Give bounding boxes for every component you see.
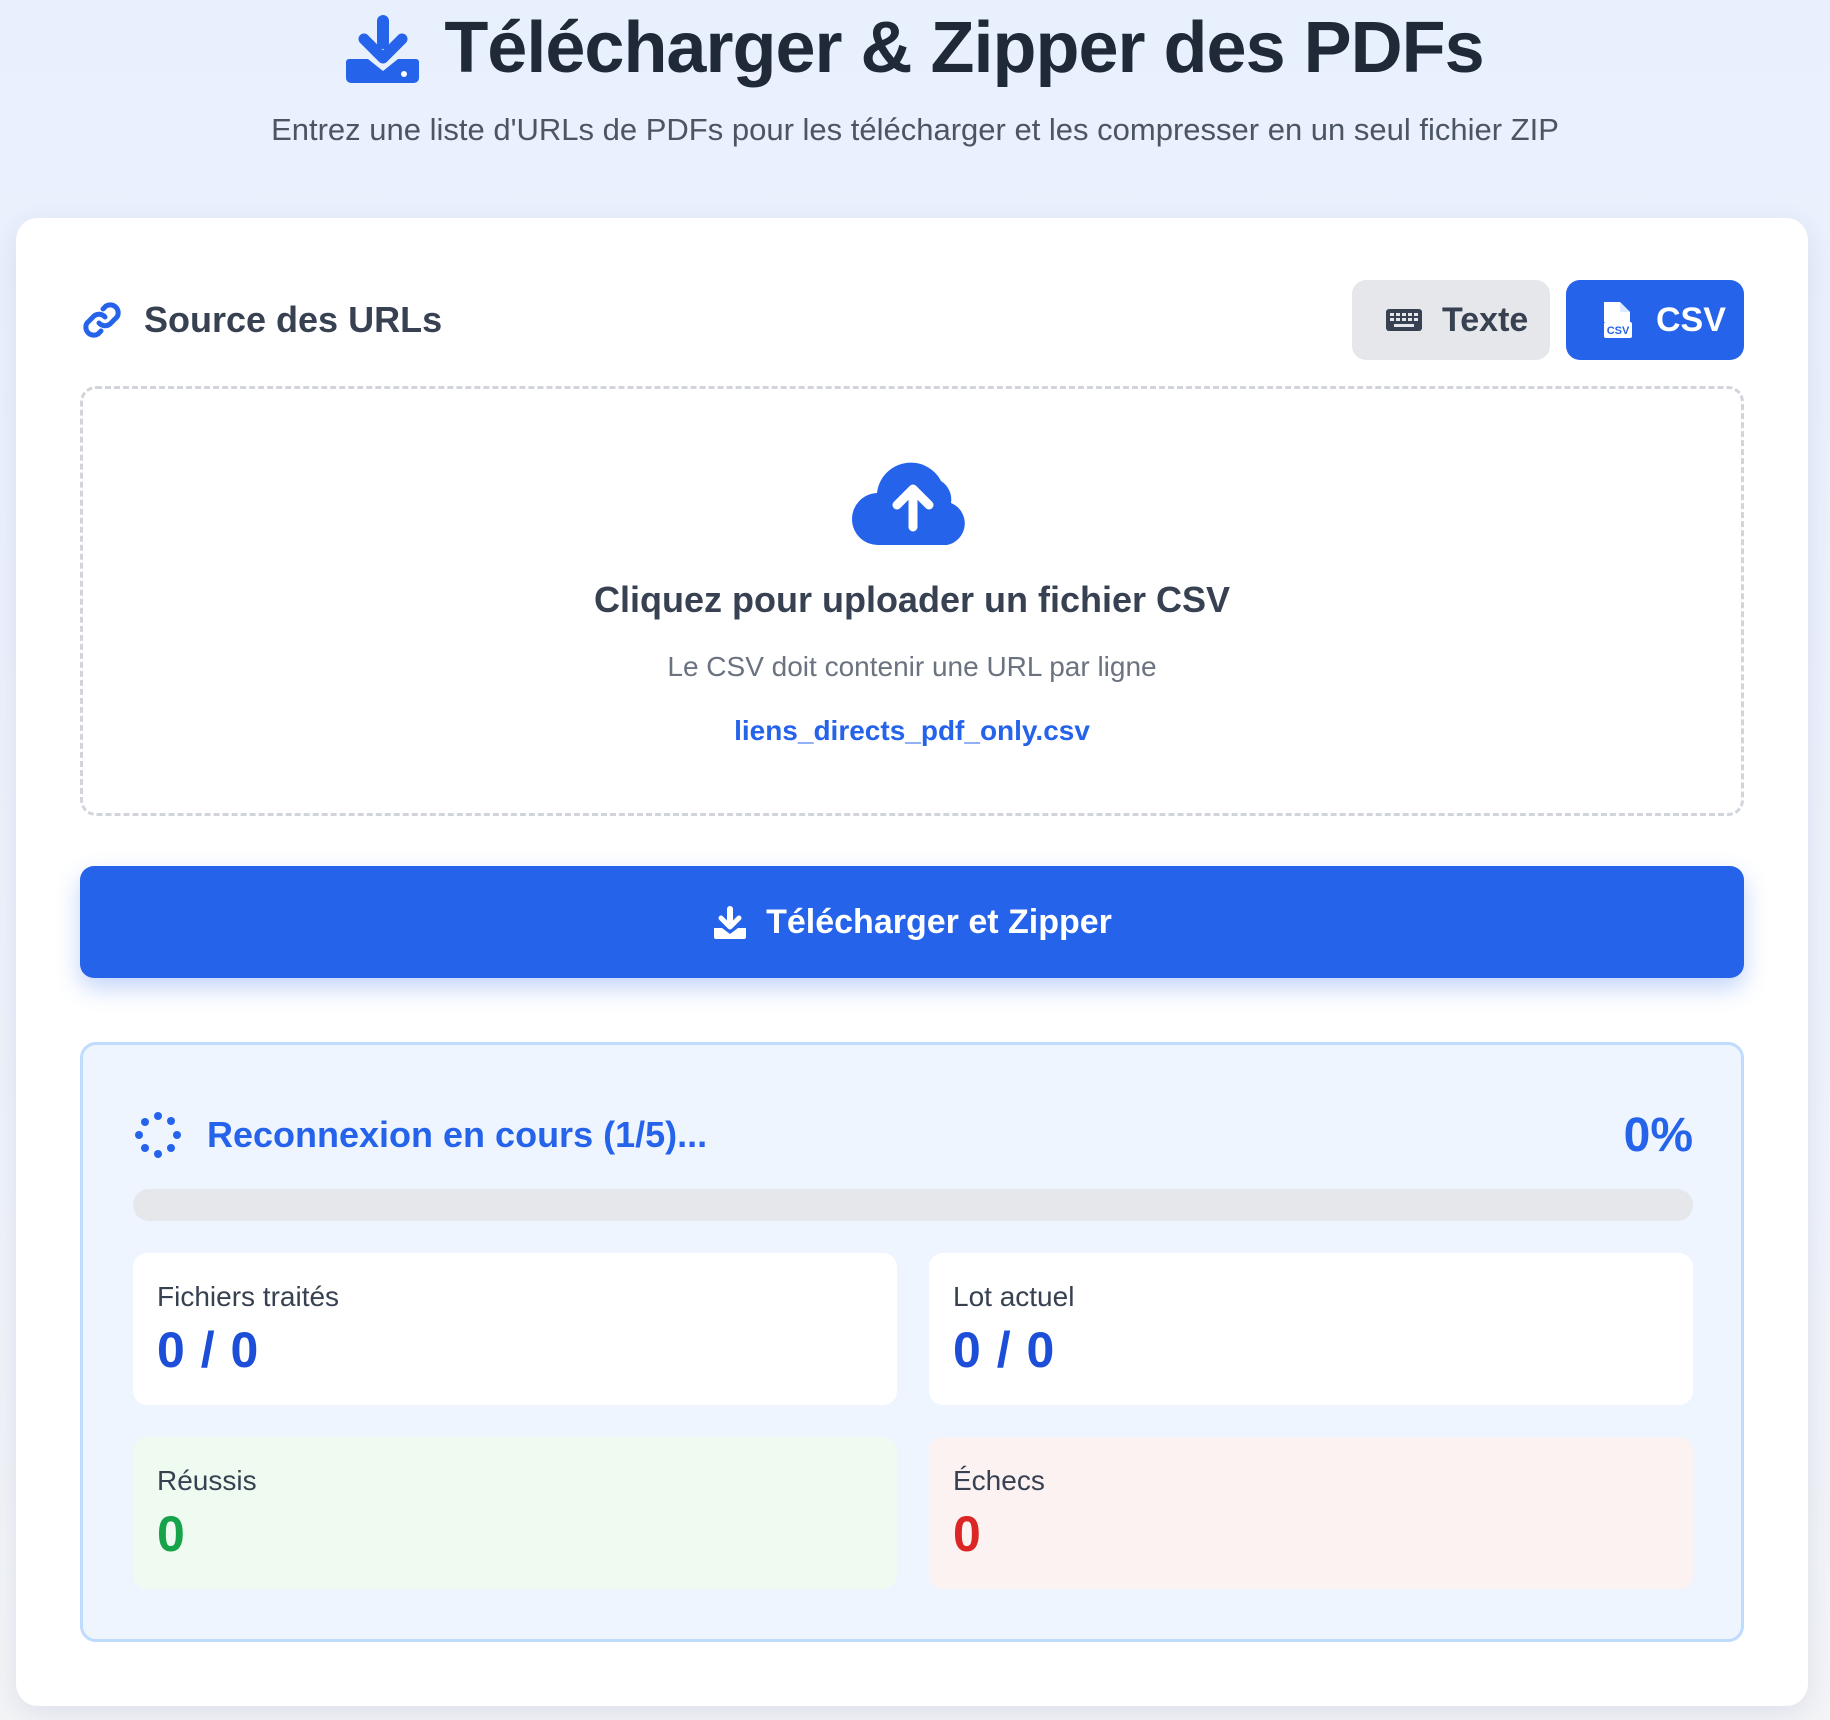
stat-batch-label: Lot actuel	[953, 1281, 1075, 1312]
main-card: Source des URLs Texte CSV CSV Cliquez po…	[16, 218, 1808, 1706]
progress-percent: 0%	[1623, 1108, 1693, 1162]
source-header: Source des URLs Texte CSV CSV	[80, 280, 1744, 360]
stat-failures-label: Échecs	[953, 1465, 1045, 1496]
status-text: Reconnexion en cours (1/5)...	[207, 1114, 708, 1155]
stat-processed: Fichiers traités 0 / 0	[133, 1253, 897, 1405]
dropzone-hint: Le CSV doit contenir une URL par ligne	[667, 651, 1157, 682]
stat-success: Réussis 0	[133, 1437, 897, 1589]
stat-failures: Échecs 0	[929, 1437, 1693, 1589]
mode-csv-label: CSV	[1656, 300, 1726, 339]
source-title: Source des URLs	[144, 299, 443, 340]
download-zip-button[interactable]: Télécharger et Zipper	[80, 866, 1744, 978]
stat-success-label: Réussis	[157, 1465, 257, 1496]
link-icon	[80, 298, 124, 342]
csv-dropzone[interactable]: Cliquez pour uploader un fichier CSV Le …	[80, 386, 1744, 816]
stat-processed-value: 0 / 0	[157, 1322, 260, 1378]
download-icon	[712, 904, 748, 940]
stat-processed-label: Fichiers traités	[157, 1281, 340, 1312]
dropzone-title: Cliquez pour uploader un fichier CSV	[593, 579, 1231, 620]
stat-batch-value: 0 / 0	[953, 1322, 1056, 1378]
progress-bar	[133, 1189, 1693, 1221]
cloud-upload-icon	[851, 457, 975, 547]
title-row: Télécharger & Zipper des PDFs	[0, 0, 1830, 96]
selected-filename: liens_directs_pdf_only.csv	[734, 715, 1090, 746]
download-zip-label: Télécharger et Zipper	[766, 902, 1112, 941]
mode-csv-button[interactable]: CSV CSV	[1566, 280, 1744, 360]
stat-failures-value: 0	[953, 1506, 982, 1562]
status-row: Reconnexion en cours (1/5)... 0%	[133, 1095, 1693, 1175]
mode-text-label: Texte	[1442, 300, 1529, 339]
spinner-icon	[133, 1110, 183, 1160]
page-title: Télécharger & Zipper des PDFs	[444, 8, 1484, 88]
stat-success-value: 0	[157, 1506, 186, 1562]
status-group: Reconnexion en cours (1/5)...	[133, 1110, 707, 1160]
progress-panel: Reconnexion en cours (1/5)... 0% Fichier…	[80, 1042, 1744, 1642]
download-icon	[346, 11, 420, 85]
source-title-group: Source des URLs	[80, 298, 442, 342]
stat-batch: Lot actuel 0 / 0	[929, 1253, 1693, 1405]
source-mode-toggle: Texte CSV CSV	[1352, 280, 1744, 360]
page-subtitle: Entrez une liste d'URLs de PDFs pour les…	[271, 112, 1559, 147]
csv-file-icon: CSV	[1598, 300, 1638, 340]
mode-text-button[interactable]: Texte	[1352, 280, 1550, 360]
svg-text:CSV: CSV	[1607, 325, 1630, 337]
keyboard-icon	[1384, 300, 1424, 340]
